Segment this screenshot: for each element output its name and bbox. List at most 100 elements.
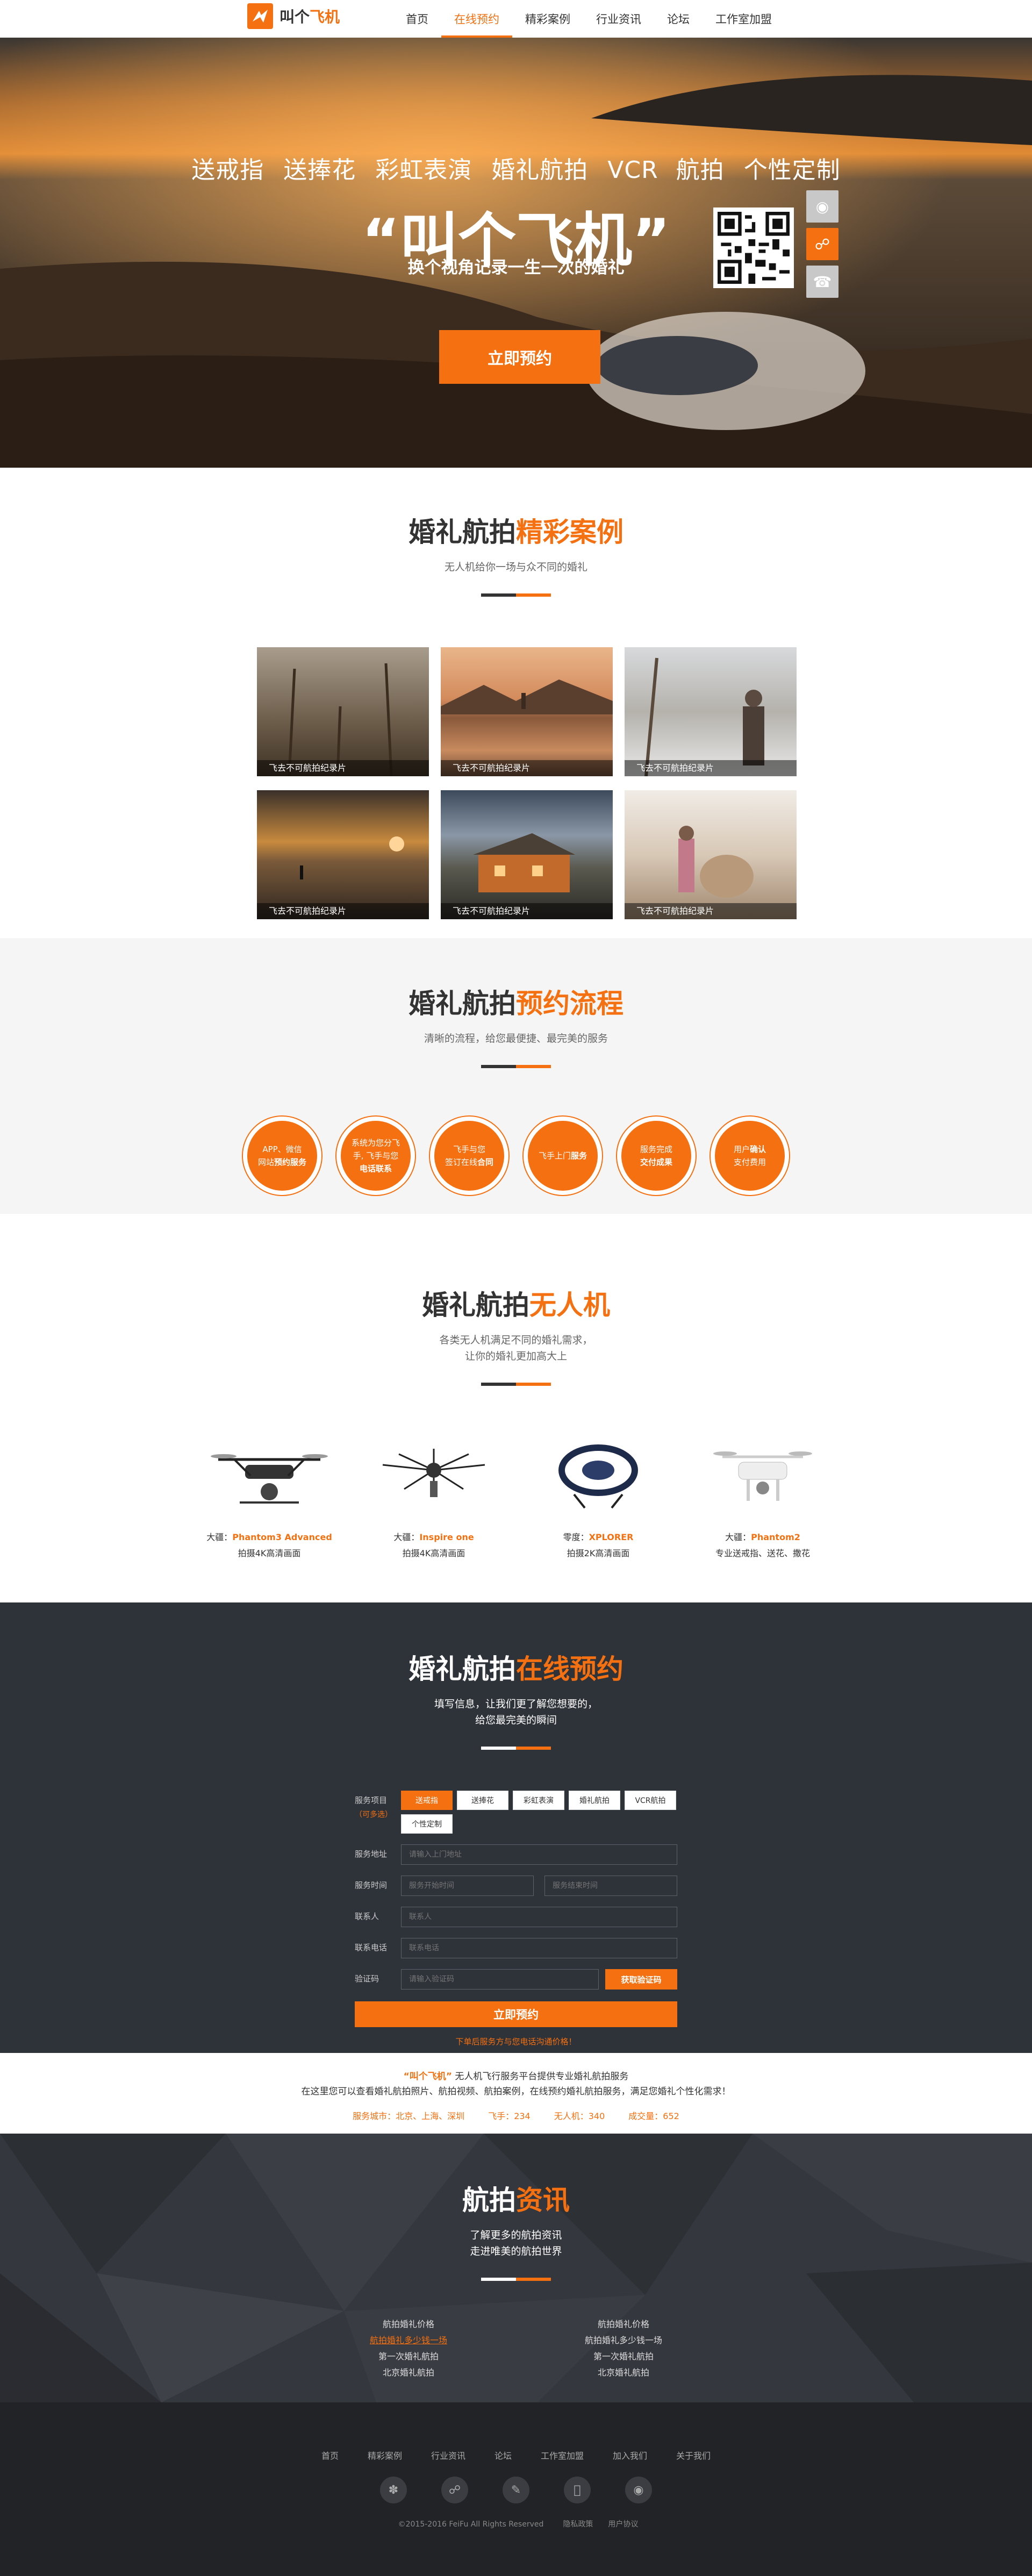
news-link[interactable]: 航拍婚礼多少钱一场	[543, 2332, 704, 2349]
service-hint: （可多选）	[355, 1811, 392, 1819]
case-caption: 飞去不可航拍纪录片	[257, 903, 429, 919]
phone-input[interactable]	[401, 1938, 677, 1958]
phone-icon[interactable]: ☎	[806, 266, 838, 298]
news-link[interactable]: 第一次婚礼航拍	[543, 2349, 704, 2365]
footer-link-join[interactable]: 加入我们	[613, 2449, 647, 2461]
weibo-icon[interactable]: ✽	[380, 2477, 407, 2503]
intro-brand: “叫个飞机”	[403, 2071, 452, 2082]
nav-booking[interactable]: 在线预约	[441, 0, 512, 38]
booking-flow-section: 婚礼航拍预约流程 清晰的流程，给您最便捷、最完美的服务 APP、微信 网站预约服务…	[0, 938, 1032, 1214]
stat-pilots: 飞手：234	[488, 2111, 531, 2121]
case-card[interactable]: 飞去不可航拍纪录片	[441, 790, 613, 919]
apple-icon[interactable]: 	[564, 2477, 591, 2503]
footer-link-cases[interactable]: 精彩案例	[368, 2449, 402, 2461]
hero-book-button[interactable]: 立即预约	[439, 330, 600, 384]
code-label: 验证码	[355, 1974, 379, 1984]
case-card[interactable]: 飞去不可航拍纪录片	[257, 790, 429, 919]
tieba-icon[interactable]: ✎	[503, 2477, 529, 2503]
service-options: 送戒指 送捧花 彩虹表演 婚礼航拍 VCR航拍 个性定制	[401, 1791, 677, 1834]
code-input[interactable]	[401, 1969, 599, 1990]
cases-section: 婚礼航拍精彩案例 无人机给你一场与众不同的婚礼 飞去不可航拍纪录片 飞去不可航拍…	[0, 468, 1032, 938]
news-title-a: 航拍	[462, 2185, 516, 2216]
agreement-link[interactable]: 用户协议	[608, 2520, 638, 2529]
drones-title: 婚礼航拍无人机	[0, 1284, 1032, 1322]
service-option[interactable]: 彩虹表演	[513, 1791, 564, 1810]
case-card[interactable]: 飞去不可航拍纪录片	[257, 647, 429, 776]
privacy-link[interactable]: 隐私政策	[563, 2520, 593, 2529]
submit-booking-button[interactable]: 立即预约	[355, 2001, 677, 2027]
news-col-left: 航拍婚礼价格 航拍婚礼多少钱一场 第一次婚礼航拍 北京婚礼航拍	[328, 2316, 489, 2381]
drone-desc: 拍摄4K高清画面	[238, 1548, 301, 1558]
booking-subtitle: 填写信息，让我们更了解您想要的， 给您最完美的瞬间	[0, 1696, 1032, 1728]
news-link[interactable]: 北京婚礼航拍	[543, 2365, 704, 2381]
footer-link-about[interactable]: 关于我们	[676, 2449, 711, 2461]
news-link[interactable]: 第一次婚礼航拍	[328, 2349, 489, 2365]
booking-form: 服务项目 （可多选） 送戒指 送捧花 彩虹表演 婚礼航拍 VCR航拍 个性定制 服…	[355, 1791, 677, 2047]
news-link[interactable]: 北京婚礼航拍	[328, 2365, 489, 2381]
drone-card[interactable]: 大疆：Phantom2 专业送戒指、送花、撒花	[680, 1435, 845, 1559]
nav-home[interactable]: 首页	[393, 0, 441, 38]
start-time-input[interactable]	[401, 1876, 534, 1896]
end-time-input[interactable]	[544, 1876, 677, 1896]
news-link[interactable]: 航拍婚礼价格	[543, 2316, 704, 2332]
time-label: 服务时间	[355, 1880, 388, 1890]
service-option[interactable]: VCR航拍	[625, 1791, 676, 1810]
flow-step: 飞手与您 签订在线合同	[429, 1115, 510, 1196]
news-link[interactable]: 航拍婚礼多少钱一场	[328, 2332, 489, 2349]
nav-forum[interactable]: 论坛	[654, 0, 703, 38]
news-subtitle-1: 了解更多的航拍资讯	[470, 2229, 562, 2241]
case-grid: 飞去不可航拍纪录片 飞去不可航拍纪录片 飞去不可航拍纪录片 飞去不可航拍纪录片 …	[257, 647, 797, 919]
footer-link-studio[interactable]: 工作室加盟	[541, 2449, 584, 2461]
android-icon[interactable]: ◉	[806, 190, 838, 223]
contact-input[interactable]	[401, 1907, 677, 1927]
main-nav: 首页 在线预约 精彩案例 行业资讯 论坛 工作室加盟	[393, 0, 785, 38]
nav-cases[interactable]: 精彩案例	[512, 0, 583, 38]
wechat-icon[interactable]: ☍	[441, 2477, 468, 2503]
service-row: 服务项目 （可多选） 送戒指 送捧花 彩虹表演 婚礼航拍 VCR航拍 个性定制	[355, 1791, 677, 1834]
qr-code	[713, 207, 794, 288]
drone-desc: 拍摄4K高清画面	[402, 1548, 465, 1558]
service-option[interactable]: 送戒指	[401, 1791, 453, 1810]
news-section: 航拍资讯 了解更多的航拍资讯 走进唯美的航拍世界 航拍婚礼价格 航拍婚礼多少钱一场…	[0, 2134, 1032, 2402]
service-option[interactable]: 送捧花	[457, 1791, 508, 1810]
cases-title-a: 婚礼航拍	[408, 517, 516, 548]
wechat-icon[interactable]: ☍	[806, 228, 838, 260]
drone-card[interactable]: 零度：XPLORER 拍摄2K高清画面	[516, 1435, 680, 1559]
flow-steps: APP、微信 网站预约服务 系统为您分飞 手, 飞手与您 电话联系 飞手与您 签订在线合…	[0, 1115, 1032, 1196]
side-float-buttons: ◉ ☍ ☎	[806, 190, 838, 303]
service-option[interactable]: 个性定制	[401, 1814, 453, 1834]
android-icon[interactable]: ◉	[625, 2477, 652, 2503]
news-subtitle: 了解更多的航拍资讯 走进唯美的航拍世界	[0, 2227, 1032, 2259]
hero-service-rainbow: 彩虹表演	[375, 156, 472, 184]
footer-link-home[interactable]: 首页	[321, 2449, 339, 2461]
case-card[interactable]: 飞去不可航拍纪录片	[441, 647, 613, 776]
logo[interactable]: 叫个飞机	[247, 3, 340, 29]
service-option[interactable]: 婚礼航拍	[569, 1791, 620, 1810]
footer-link-news[interactable]: 行业资讯	[431, 2449, 465, 2461]
flow-step-line2: 确认	[750, 1144, 766, 1154]
case-thumbnail-image	[300, 836, 404, 879]
section-divider	[481, 593, 551, 597]
case-card[interactable]: 飞去不可航拍纪录片	[625, 790, 797, 919]
hero-banner: 送戒指 送捧花 彩虹表演 婚礼航拍 VCR 航拍 个性定制 “叫个飞机” 换个视角记录一生…	[0, 38, 1032, 468]
nav-news[interactable]: 行业资讯	[583, 0, 654, 38]
drone-card[interactable]: 大疆：Inspire one 拍摄4K高清画面	[352, 1435, 516, 1559]
flow-step-line1: 飞手上门	[538, 1151, 571, 1161]
booking-subtitle-2: 给您最完美的瞬间	[475, 1714, 557, 1726]
flow-title: 婚礼航拍预约流程	[0, 982, 1032, 1021]
flow-step-line3: 电话联系	[359, 1164, 392, 1173]
nav-studio-join[interactable]: 工作室加盟	[703, 0, 785, 38]
drone-image	[352, 1435, 516, 1516]
drone-name: 零度：XPLORER	[516, 1530, 680, 1543]
booking-title-a: 婚礼航拍	[408, 1654, 516, 1685]
stat-drones: 无人机：340	[554, 2111, 605, 2121]
code-row: 验证码 获取验证码	[355, 1969, 677, 1990]
address-input[interactable]	[401, 1844, 677, 1865]
hero-subtitle: 换个视角记录一生一次的婚礼	[407, 258, 625, 277]
case-card[interactable]: 飞去不可航拍纪录片	[625, 647, 797, 776]
drone-model: Inspire one	[419, 1532, 474, 1542]
get-code-button[interactable]: 获取验证码	[605, 1969, 677, 1990]
footer-link-forum[interactable]: 论坛	[494, 2449, 512, 2461]
drone-card[interactable]: 大疆：Phantom3 Advanced 拍摄4K高清画面	[187, 1435, 352, 1559]
news-link[interactable]: 航拍婚礼价格	[328, 2316, 489, 2332]
